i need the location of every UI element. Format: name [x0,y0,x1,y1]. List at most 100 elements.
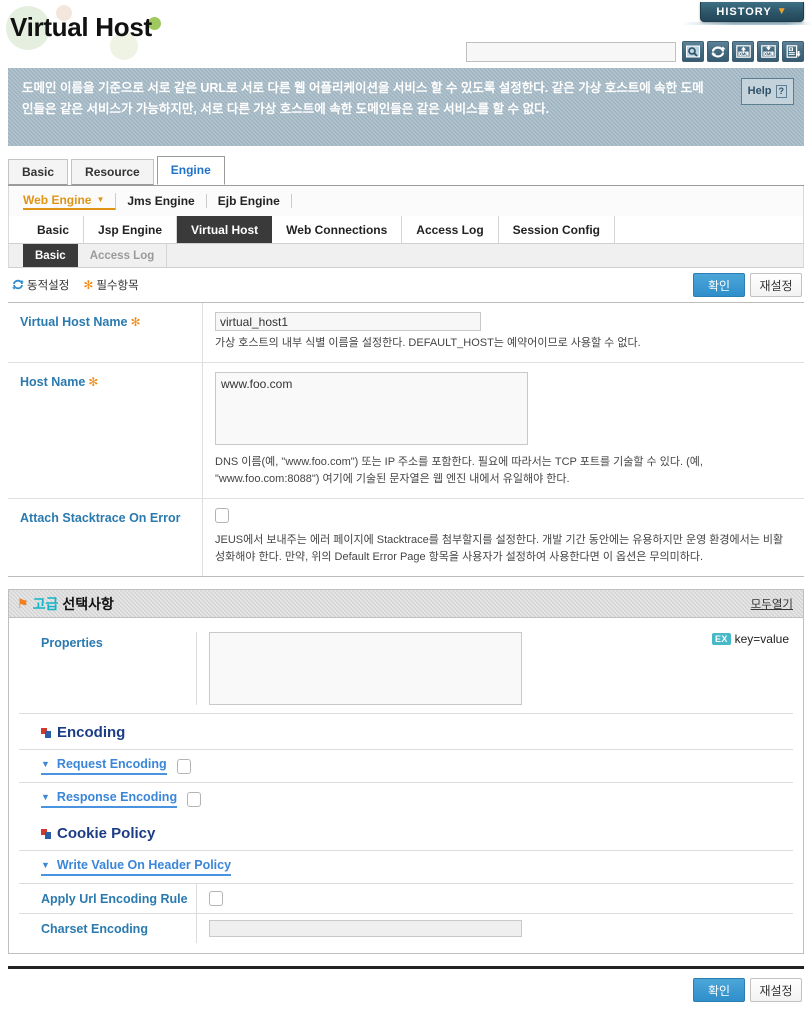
legend-dynamic: 동적설정 [12,277,69,293]
expand-response-encoding[interactable]: ▼ Response Encoding [41,790,178,808]
footer-reset-button[interactable]: 재설정 [750,978,802,1002]
body-apply-url-encoding-rule [197,891,793,906]
hint-virtual-host-name: 가상 호스트의 내부 식별 이름을 설정한다. DEFAULT_HOST는 예약… [215,337,641,349]
required-asterisk-icon: ✻ [88,375,99,389]
triangle-down-icon: ▼ [41,759,50,769]
primary-tab-bar: Basic Resource Engine [8,156,804,186]
group-header-encoding: Encoding [19,714,793,749]
triangle-down-icon: ▼ [41,860,50,870]
svg-text:XML: XML [739,52,748,57]
search-input[interactable] [466,41,676,62]
confirm-button[interactable]: 확인 [693,273,745,297]
request-encoding-checkbox[interactable] [176,758,191,774]
row-response-encoding: ▼ Response Encoding [19,782,793,815]
engine-web[interactable]: Web Engine ▼ [23,192,117,210]
tab-jsp-engine[interactable]: Jsp Engine [84,216,178,243]
engine-web-label: Web Engine [23,192,92,207]
tab-resource[interactable]: Resource [71,159,154,185]
tab-access-log[interactable]: Access Log [402,216,499,243]
label-apply-url-encoding-rule: Apply Url Encoding Rule [19,884,197,913]
required-asterisk-icon: ✻ [83,278,94,292]
secondary-tab-bar: Basic Jsp Engine Virtual Host Web Connec… [8,216,804,244]
question-mark-icon: ? [775,85,787,98]
row-write-value-on-header-policy: ▼ Write Value On Header Policy [19,850,793,883]
description-text: 도메인 이름을 기준으로 서로 같은 URL로 서로 다른 웹 어플리케이션을 … [22,81,704,116]
virtual-host-name-input[interactable] [215,312,481,331]
legend: 동적설정 ✻ 필수항목 [12,277,147,293]
history-underline [682,22,812,25]
tab-web-connections[interactable]: Web Connections [272,216,403,243]
help-button[interactable]: Help ? [740,78,794,105]
page-header: Virtual Host HISTORY ▼ XML XML R [0,0,812,68]
apply-url-encoding-rule-checkbox[interactable] [209,891,223,906]
label-virtual-host-name: Virtual Host Name ✻ [8,303,203,362]
row-apply-url-encoding-rule: Apply Url Encoding Rule [19,883,793,913]
advanced-options-header: ⚑ 고급 선택사항 모두열기 [9,590,803,618]
label-properties: Properties [19,632,197,705]
tab-session-config[interactable]: Session Config [499,216,615,243]
tab-basic-2[interactable]: Basic [23,216,85,243]
tab-basic-3[interactable]: Basic [23,244,78,267]
label-attach-stacktrace: Attach Stacktrace On Error [8,499,203,576]
tab-virtual-host[interactable]: Virtual Host [177,216,273,243]
engine-selector-row: Web Engine ▼ Jms Engine Ejb Engine [8,186,804,216]
required-asterisk-icon: ✻ [130,315,141,329]
properties-body: EX key=value [197,632,793,705]
group-title-cookie-policy: Cookie Policy [57,825,156,842]
legend-required-label: 필수항목 [96,280,139,292]
label-request-encoding: Request Encoding [56,757,167,771]
group-title-encoding: Encoding [57,724,126,741]
expand-request-encoding[interactable]: ▼ Request Encoding [41,757,167,775]
host-name-textarea[interactable]: www.foo.com [215,372,528,445]
body-charset-encoding [197,920,793,937]
properties-textarea[interactable] [209,632,522,705]
refresh-icon[interactable] [707,41,729,62]
triangle-down-icon: ▼ [41,792,50,802]
xml-upload-icon[interactable]: XML [732,41,754,62]
expand-write-value-on-header-policy[interactable]: ▼ Write Value On Header Policy [41,858,232,876]
footer-action-bar: 확인 재설정 [8,969,804,1011]
hint-attach-stacktrace: JEUS에서 보내주는 에러 페이지에 Stacktrace를 첨부할지를 설정… [215,534,784,563]
advanced-keyword: 고급 [32,595,59,612]
dynamic-config-icon [12,279,24,290]
tertiary-tab-bar: Basic Access Log [8,244,804,268]
field-body-attach-stacktrace: JEUS에서 보내주는 에러 페이지에 Stacktrace를 첨부할지를 설정… [203,499,804,576]
footer-confirm-button[interactable]: 확인 [693,978,745,1002]
tab-access-log-3[interactable]: Access Log [78,244,168,267]
tab-basic[interactable]: Basic [8,159,69,185]
history-button[interactable]: HISTORY ▼ [700,2,804,22]
advanced-options-body: Properties EX key=value Encoding ▼ Reque… [9,618,803,953]
engine-jms[interactable]: Jms Engine [116,194,207,208]
advanced-options-title: ⚑ 고급 선택사항 [17,594,114,614]
attach-stacktrace-checkbox[interactable] [215,508,229,523]
response-encoding-checkbox[interactable] [187,791,202,807]
reset-button[interactable]: 재설정 [750,273,802,297]
xml-download-icon[interactable]: XML [757,41,779,62]
page-title: Virtual Host [10,12,152,42]
field-body-host-name: www.foo.com DNS 이름(예, "www.foo.com") 또는 … [203,363,804,498]
engine-ejb[interactable]: Ejb Engine [207,194,292,208]
top-toolbar: XML XML R [466,41,804,62]
group-marker-icon [41,828,51,839]
group-header-cookie-policy: Cookie Policy [19,815,793,850]
tab-engine[interactable]: Engine [156,156,225,185]
field-body-virtual-host-name: 가상 호스트의 내부 식별 이름을 설정한다. DEFAULT_HOST는 예약… [203,303,804,362]
hint-host-name: DNS 이름(예, "www.foo.com") 또는 IP 주소를 포함한다.… [215,456,703,485]
report-export-icon[interactable]: R [782,41,804,62]
field-row-host-name: Host Name ✻ www.foo.com DNS 이름(예, "www.fo… [8,363,804,499]
basic-form-table: Virtual Host Name✻ 가상 호스트의 내부 식별 이름을 설정한… [8,302,804,577]
help-label: Help [747,85,772,97]
open-all-link[interactable]: 모두열기 [751,596,793,612]
field-row-virtual-host-name: Virtual Host Name✻ 가상 호스트의 내부 식별 이름을 설정한… [8,303,804,363]
advanced-title-rest: 선택사항 [62,595,114,612]
label-text: Virtual Host Name [20,315,128,329]
label-charset-encoding: Charset Encoding [19,914,197,943]
search-icon[interactable] [682,41,704,62]
description-banner: 도메인 이름을 기준으로 서로 같은 URL로 서로 다른 웹 어플리케이션을 … [8,68,804,146]
label-response-encoding: Response Encoding [56,790,178,804]
example-chip-icon: EX [712,633,731,645]
example-text: key=value [734,632,789,646]
row-request-encoding: ▼ Request Encoding [19,749,793,782]
charset-encoding-input[interactable] [209,920,522,937]
label-host-name: Host Name ✻ [8,363,203,498]
